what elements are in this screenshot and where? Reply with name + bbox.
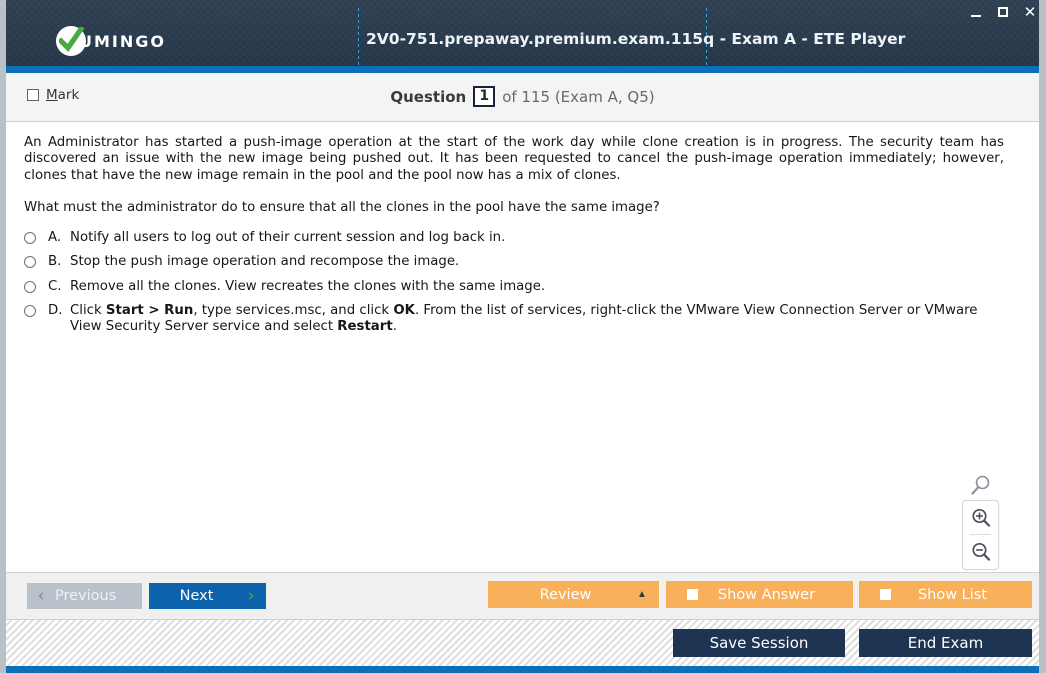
question-prompt: What must the administrator do to ensure…	[24, 200, 660, 215]
next-button[interactable]: Next ›	[149, 583, 266, 609]
answer-letter-d: D.	[48, 302, 63, 318]
answer-text-c: Remove all the clones. View recreates th…	[70, 278, 546, 294]
answer-letter-a: A.	[48, 230, 62, 245]
show-list-button[interactable]: Show List	[859, 581, 1032, 608]
show-list-button-label: Show List	[917, 586, 988, 603]
answer-options-list: A. Notify all users to log out of their …	[24, 230, 1009, 343]
footer-accent-line	[6, 666, 1039, 673]
answer-option-a[interactable]: A. Notify all users to log out of their …	[24, 230, 1009, 246]
radio-button-c[interactable]	[24, 280, 36, 293]
previous-button-label: Previous	[55, 588, 117, 604]
answer-option-d[interactable]: D. Click Start > Run, type services.msc,…	[24, 303, 1009, 336]
save-session-button[interactable]: Save Session	[673, 629, 845, 657]
square-icon	[687, 589, 698, 600]
answer-text-a: Notify all users to log out of their cur…	[70, 230, 506, 245]
chevron-right-icon: ›	[247, 586, 255, 606]
radio-button-b[interactable]	[24, 256, 36, 269]
title-bar-accent-line	[6, 66, 1039, 73]
zoom-in-glyph	[971, 508, 990, 527]
zoom-out-glyph	[971, 542, 990, 561]
minimize-icon[interactable]	[968, 4, 984, 20]
zoom-out-icon[interactable]	[964, 535, 997, 568]
answer-option-c[interactable]: C. Remove all the clones. View recreates…	[24, 279, 1009, 295]
radio-button-d[interactable]	[24, 304, 36, 317]
answer-letter-b: B.	[48, 254, 62, 270]
footer-bar: Save Session End Exam	[6, 619, 1039, 673]
caret-up-icon: ▲	[637, 589, 647, 600]
answer-option-b[interactable]: B. Stop the push image operation and rec…	[24, 254, 1009, 270]
window-title: 2V0-751.prepaway.premium.exam.115q - Exa…	[366, 30, 906, 48]
answer-text-b: Stop the push image operation and recomp…	[70, 254, 460, 270]
answer-text-d: Click Start > Run, type services.msc, an…	[70, 302, 978, 335]
previous-button[interactable]: ‹ Previous	[27, 583, 142, 609]
question-number-input[interactable]: 1	[473, 86, 496, 107]
close-icon[interactable]: ✕	[1022, 4, 1038, 20]
question-stem: An Administrator has started a push-imag…	[24, 135, 1004, 183]
question-header-bar: Mark Question 1 of 115 (Exam A, Q5)	[6, 73, 1039, 122]
title-separator-left	[358, 8, 359, 66]
show-answer-button-label: Show Answer	[717, 586, 816, 603]
brand-name: UMINGO	[79, 31, 166, 51]
vumingo-logo: UMINGO	[56, 24, 166, 58]
show-answer-button[interactable]: Show Answer	[666, 581, 853, 608]
check-circle-logo-icon	[56, 26, 86, 56]
review-button[interactable]: Review ▲	[488, 581, 659, 608]
radio-button-a[interactable]	[24, 232, 36, 244]
answer-letter-c: C.	[48, 278, 62, 294]
question-word-label: Question	[390, 87, 467, 106]
square-icon	[880, 589, 891, 600]
chevron-left-icon: ‹	[37, 586, 45, 606]
window-controls: ✕	[968, 4, 1038, 20]
magnifier-glyph	[971, 475, 990, 495]
maximize-icon[interactable]	[995, 4, 1011, 20]
check-mark-icon	[59, 27, 84, 53]
next-button-label: Next	[179, 588, 214, 604]
zoom-in-icon[interactable]	[964, 501, 997, 534]
zoom-controls-panel	[962, 500, 999, 570]
ete-player-window: UMINGO 2V0-751.prepaway.premium.exam.115…	[0, 0, 1046, 673]
title-bar: UMINGO 2V0-751.prepaway.premium.exam.115…	[6, 0, 1039, 73]
end-exam-button[interactable]: End Exam	[859, 629, 1032, 657]
review-button-label: Review	[539, 586, 592, 603]
magnifier-icon[interactable]	[969, 474, 993, 498]
question-content-pane: An Administrator has started a push-imag…	[6, 122, 1039, 572]
question-range-label: of 115 (Exam A, Q5)	[502, 87, 655, 106]
question-counter: Question 1 of 115 (Exam A, Q5)	[6, 86, 1039, 107]
